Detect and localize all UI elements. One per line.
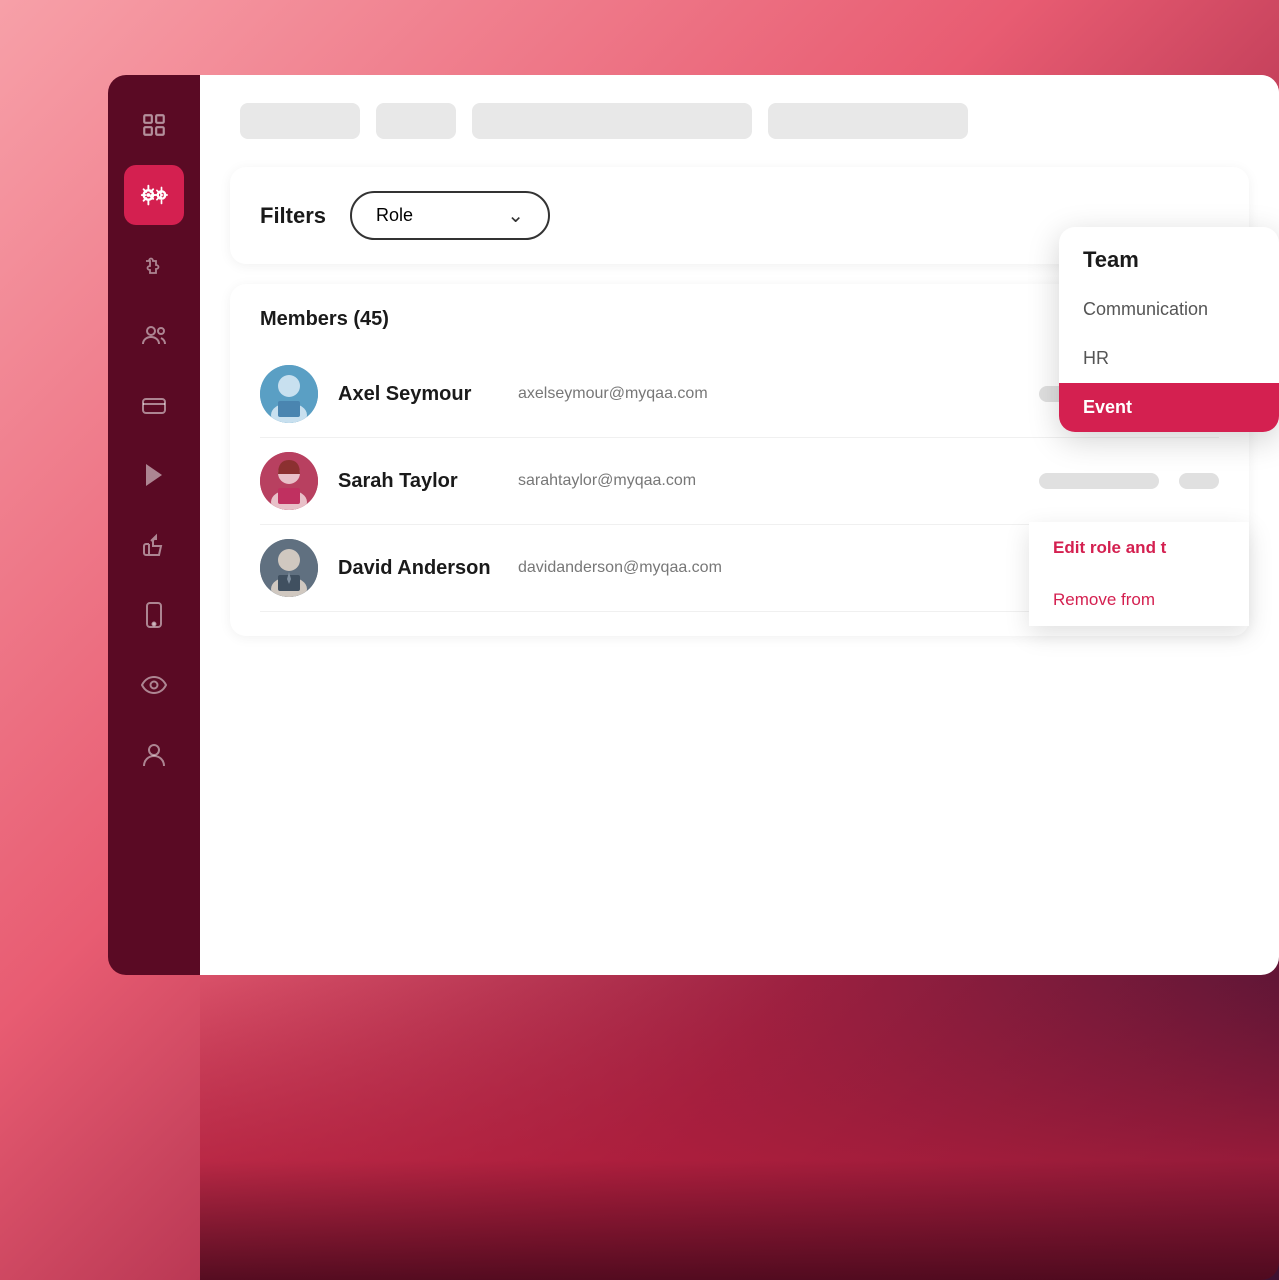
main-content: Filters Role ⌄ Team Communication HR Eve… — [200, 75, 1279, 975]
chevron-down-icon: ⌄ — [507, 203, 524, 228]
context-menu-edit[interactable]: Edit role and t — [1029, 522, 1249, 574]
member-row: Sarah Taylor sarahtaylor@myqaa.com — [260, 438, 1219, 525]
skeleton-2 — [376, 103, 456, 139]
member-name-axel: Axel Seymour — [338, 383, 498, 406]
skeleton-3 — [472, 103, 752, 139]
context-menu: Edit role and t Remove from — [1029, 522, 1249, 626]
sidebar-item-user[interactable] — [124, 725, 184, 785]
member-email-sarah: sarahtaylor@myqaa.com — [518, 472, 1019, 490]
member-role-bar-sarah — [1039, 473, 1159, 489]
filters-label: Filters — [260, 203, 326, 229]
team-option-event[interactable]: Event — [1059, 383, 1279, 432]
team-dropdown: Team Communication HR Event — [1059, 227, 1279, 432]
sidebar-item-users[interactable] — [124, 305, 184, 365]
team-option-communication[interactable]: Communication — [1059, 285, 1279, 334]
sidebar-item-settings[interactable] — [124, 165, 184, 225]
skeleton-1 — [240, 103, 360, 139]
top-bar — [200, 75, 1279, 167]
sidebar-item-grid[interactable] — [124, 95, 184, 155]
sidebar-item-play[interactable] — [124, 445, 184, 505]
member-action-sarah — [1179, 473, 1219, 489]
team-option-hr[interactable]: HR — [1059, 334, 1279, 383]
member-email-axel: axelseymour@myqaa.com — [518, 385, 1019, 403]
sidebar-item-mobile[interactable] — [124, 585, 184, 645]
avatar-david — [260, 539, 318, 597]
sidebar-item-card[interactable] — [124, 375, 184, 435]
member-email-david: davidanderson@myqaa.com — [518, 559, 1019, 577]
avatar-axel — [260, 365, 318, 423]
role-dropdown-label: Role — [376, 205, 413, 226]
team-dropdown-header: Team — [1059, 227, 1279, 285]
avatar-sarah — [260, 452, 318, 510]
sidebar-item-eye[interactable] — [124, 655, 184, 715]
sidebar-item-puzzle[interactable] — [124, 235, 184, 295]
member-name-david: David Anderson — [338, 557, 498, 580]
sidebar — [108, 75, 200, 975]
context-menu-remove[interactable]: Remove from — [1029, 574, 1249, 626]
bottom-fade-overlay — [200, 980, 1279, 1280]
role-dropdown[interactable]: Role ⌄ — [350, 191, 550, 240]
sidebar-item-thumbs-up[interactable] — [124, 515, 184, 575]
member-name-sarah: Sarah Taylor — [338, 470, 498, 493]
skeleton-4 — [768, 103, 968, 139]
